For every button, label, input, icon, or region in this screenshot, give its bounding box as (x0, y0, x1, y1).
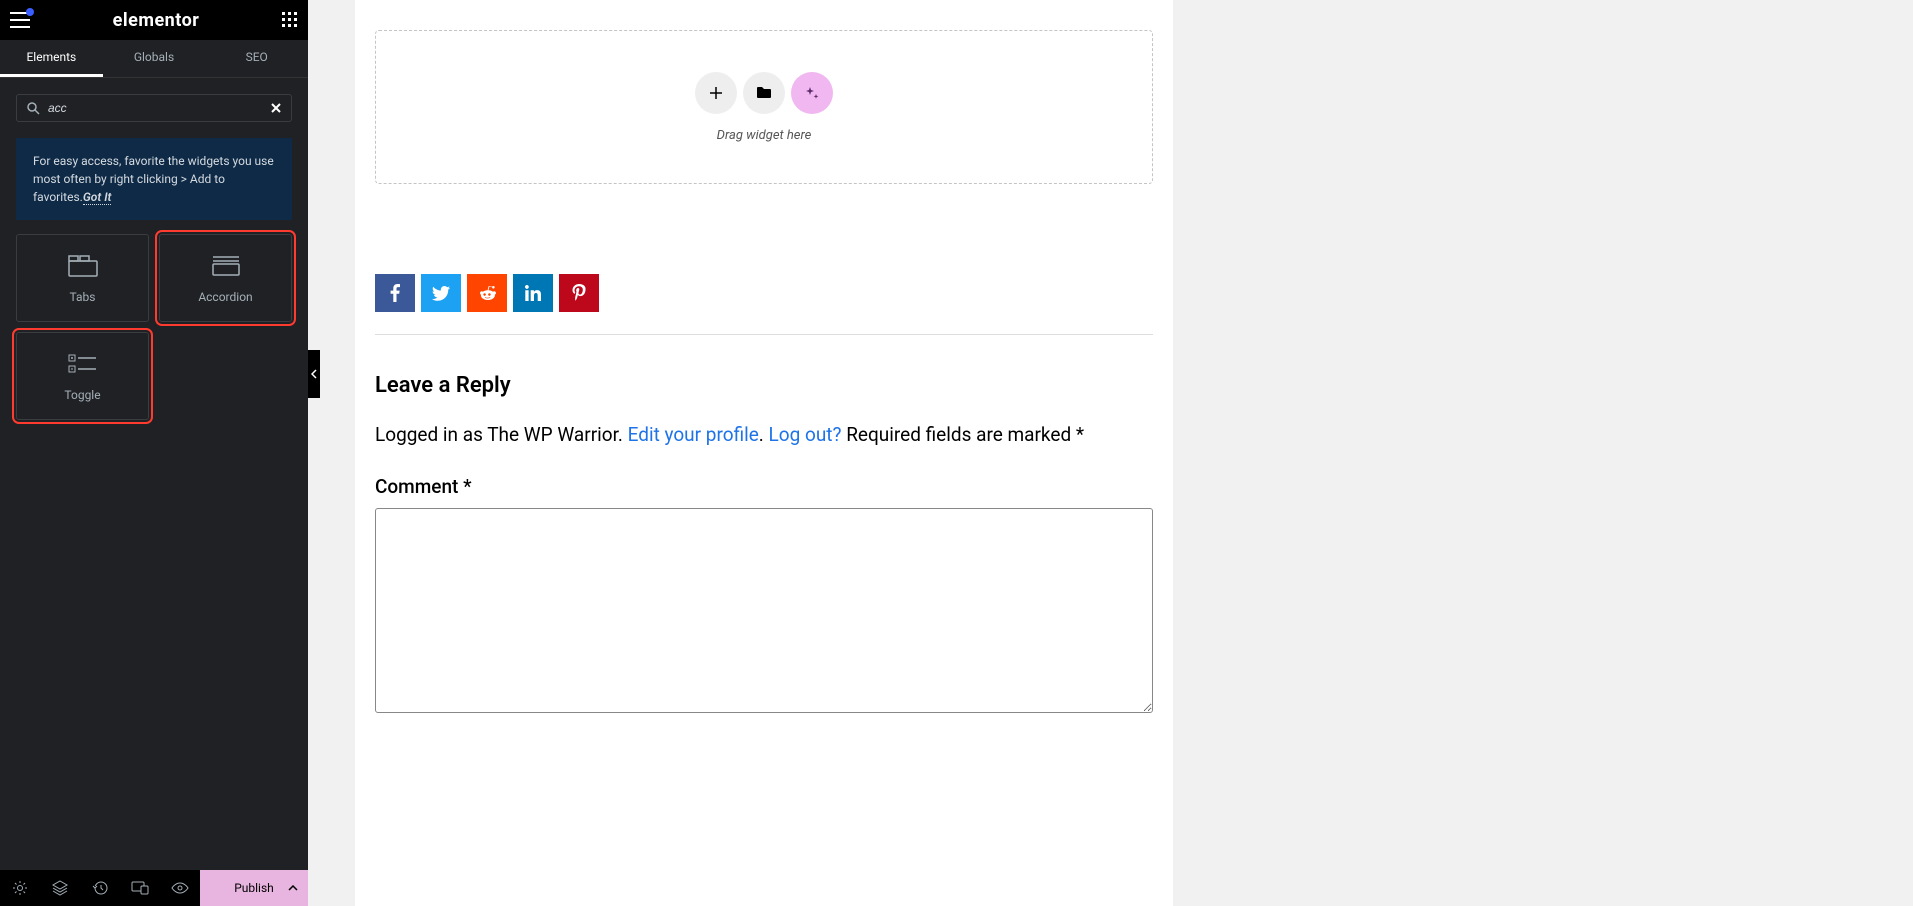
collapse-panel-button[interactable] (308, 350, 320, 398)
tab-globals[interactable]: Globals (103, 40, 206, 77)
search-icon (27, 102, 40, 115)
apps-button[interactable] (282, 12, 298, 28)
folder-icon (756, 86, 772, 99)
widgets-grid: Tabs Accordion Toggle (0, 234, 308, 420)
tip-gotit-button[interactable]: Got It (83, 190, 112, 205)
share-twitter-button[interactable] (421, 274, 461, 312)
history-icon (92, 880, 108, 896)
twitter-icon (432, 286, 450, 301)
widget-label: Toggle (64, 388, 100, 402)
sidebar-footer: Publish (0, 870, 308, 906)
publish-options-button[interactable] (288, 885, 298, 891)
reddit-icon (478, 285, 496, 301)
chevron-up-icon (288, 885, 298, 891)
publish-label: Publish (234, 881, 274, 895)
favorites-tip: For easy access, favorite the widgets yo… (16, 138, 292, 220)
share-pinterest-button[interactable] (559, 274, 599, 312)
widget-toggle[interactable]: Toggle (16, 332, 149, 420)
facebook-icon (390, 284, 400, 302)
elementor-sidebar: elementor Elements Globals SEO For easy … (0, 0, 308, 906)
eye-icon (171, 882, 189, 894)
share-reddit-button[interactable] (467, 274, 507, 312)
preview-button[interactable] (160, 870, 200, 906)
tabs-icon (68, 255, 98, 277)
ai-button[interactable] (791, 72, 833, 114)
widget-label: Accordion (198, 290, 252, 304)
drop-zone-text: Drag widget here (717, 128, 812, 143)
chevron-left-icon (311, 369, 317, 379)
share-linkedin-button[interactable] (513, 274, 553, 312)
search-row (0, 78, 308, 138)
widget-accordion[interactable]: Accordion (159, 234, 292, 322)
add-template-button[interactable] (743, 72, 785, 114)
responsive-button[interactable] (120, 870, 160, 906)
logout-link[interactable]: Log out? (769, 423, 842, 446)
notification-dot-icon (26, 8, 34, 16)
publish-button[interactable]: Publish (200, 870, 308, 906)
responsive-icon (131, 881, 149, 895)
logged-in-prefix: Logged in as The WP Warrior. (375, 423, 628, 446)
comment-textarea[interactable] (375, 508, 1153, 713)
grid-icon (282, 12, 298, 28)
separator-text: . (759, 423, 769, 446)
editor-canvas: Drag widget here Leave a Reply Logged in… (308, 0, 1913, 906)
settings-button[interactable] (0, 870, 40, 906)
sidebar-header: elementor (0, 0, 308, 40)
linkedin-icon (525, 285, 541, 301)
sparkle-icon (804, 85, 820, 101)
layers-icon (52, 880, 68, 896)
accordion-icon (211, 255, 241, 277)
comment-label: Comment * (375, 475, 1153, 498)
search-box (16, 94, 292, 122)
add-section-button[interactable] (695, 72, 737, 114)
required-suffix: Required fields are marked * (842, 423, 1085, 446)
pinterest-icon (572, 284, 586, 302)
clear-search-button[interactable] (271, 103, 281, 113)
navigator-button[interactable] (40, 870, 80, 906)
logo: elementor (113, 10, 200, 31)
drop-zone[interactable]: Drag widget here (375, 30, 1153, 184)
social-share-row (375, 274, 1153, 312)
history-button[interactable] (80, 870, 120, 906)
divider (375, 334, 1153, 335)
reply-heading: Leave a Reply (375, 373, 1153, 398)
tip-text: For easy access, favorite the widgets yo… (33, 154, 274, 204)
edit-profile-link[interactable]: Edit your profile (628, 423, 759, 446)
logged-in-text: Logged in as The WP Warrior. Edit your p… (375, 420, 1153, 449)
widget-tabs[interactable]: Tabs (16, 234, 149, 322)
tab-seo[interactable]: SEO (205, 40, 308, 77)
widget-label: Tabs (70, 290, 96, 304)
search-input[interactable] (48, 101, 271, 115)
panel-tabs: Elements Globals SEO (0, 40, 308, 78)
gear-icon (12, 880, 28, 896)
menu-button[interactable] (10, 12, 30, 28)
plus-icon (709, 86, 723, 100)
close-icon (271, 103, 281, 113)
tab-elements[interactable]: Elements (0, 40, 103, 77)
page-content: Drag widget here Leave a Reply Logged in… (355, 0, 1173, 906)
share-facebook-button[interactable] (375, 274, 415, 312)
toggle-icon (68, 353, 98, 375)
